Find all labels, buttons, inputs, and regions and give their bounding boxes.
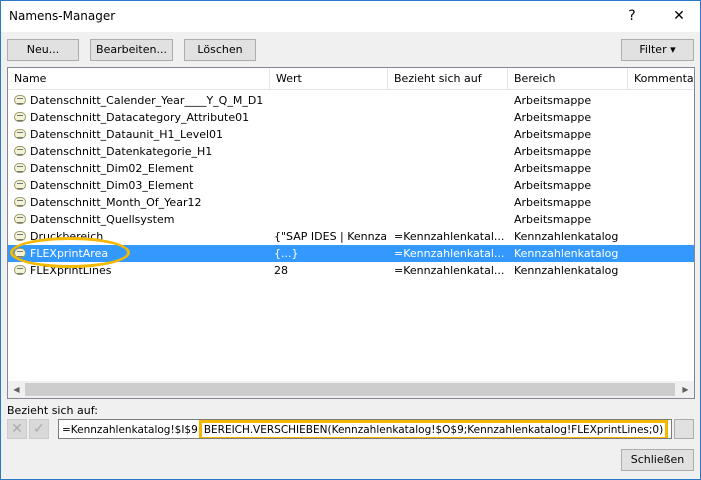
cell-scope: Arbeitsmappe	[514, 213, 592, 226]
cell-refers: =Kennzahlenkatal...	[394, 247, 505, 260]
column-header-scope[interactable]: Bereich	[508, 68, 628, 90]
refers-to-label: Bezieht sich auf:	[7, 404, 98, 417]
close-button[interactable]: Schließen	[621, 449, 694, 471]
name-icon	[14, 95, 26, 105]
new-button[interactable]: Neu...	[7, 39, 79, 61]
cell-scope: Kennzahlenkatalog	[514, 247, 619, 260]
cell-name: Datenschnitt_Dim03_Element	[30, 179, 194, 192]
name-manager-dialog: Namens-Manager ? ✕ Neu... Bearbeiten... …	[0, 0, 701, 480]
cell-scope: Arbeitsmappe	[514, 196, 592, 209]
cell-name: Datenschnitt_Quellsystem	[30, 213, 175, 226]
cell-name: Datenschnitt_Month_Of_Year12	[30, 196, 202, 209]
title-bar: Namens-Manager ? ✕	[1, 1, 700, 32]
table-row[interactable]: Datenschnitt_Quellsystem Arbeitsmappe	[8, 211, 694, 228]
table-row[interactable]: Datenschnitt_Month_Of_Year12 Arbeitsmapp…	[8, 194, 694, 211]
name-icon	[14, 180, 26, 190]
name-icon	[14, 265, 26, 275]
cell-scope: Arbeitsmappe	[514, 162, 592, 175]
cell-value: {"SAP IDES | Kennza...	[274, 230, 386, 243]
column-header-comment[interactable]: Kommentar	[628, 68, 694, 90]
delete-button[interactable]: Löschen	[184, 39, 256, 61]
list-header: Name Wert Bezieht sich auf Bereich Komme…	[8, 68, 694, 90]
table-row[interactable]: FLEXprintLines 28 =Kennzahlenkatal... Ke…	[8, 262, 694, 279]
table-row[interactable]: Datenschnitt_Calender_Year____Y_Q_M_D1 A…	[8, 92, 694, 109]
name-icon	[14, 163, 26, 173]
cell-name: Datenschnitt_Calender_Year____Y_Q_M_D1	[30, 94, 264, 107]
cancel-edit-icon[interactable]: ✕	[7, 419, 27, 439]
cell-scope: Arbeitsmappe	[514, 94, 592, 107]
cell-value: 28	[274, 264, 288, 277]
cell-name: Datenschnitt_Datacategory_Attribute01	[30, 111, 250, 124]
cell-name: Datenschnitt_Datenkategorie_H1	[30, 145, 213, 158]
cell-name: Datenschnitt_Dim02_Element	[30, 162, 194, 175]
table-row[interactable]: Datenschnitt_Datacategory_Attribute01 Ar…	[8, 109, 694, 126]
refers-to-input[interactable]: =Kennzahlenkatalog!$I$9 BEREICH.VERSCHIEB…	[58, 419, 672, 439]
name-icon	[14, 112, 26, 122]
name-icon	[14, 146, 26, 156]
cell-refers: =Kennzahlenkatal...	[394, 230, 505, 243]
close-icon[interactable]: ✕	[667, 5, 691, 27]
scrollbar-thumb[interactable]	[25, 383, 675, 396]
confirm-edit-icon[interactable]: ✓	[29, 419, 49, 439]
highlight-ellipse	[10, 237, 130, 268]
cell-scope: Kennzahlenkatalog	[514, 264, 619, 277]
name-icon	[14, 197, 26, 207]
table-row[interactable]: Datenschnitt_Dim03_Element Arbeitsmappe	[8, 177, 694, 194]
cell-scope: Arbeitsmappe	[514, 179, 592, 192]
cell-scope: Kennzahlenkatalog	[514, 230, 619, 243]
dialog-title: Namens-Manager	[9, 9, 116, 23]
scroll-left-icon[interactable]: ◀	[8, 381, 25, 398]
scroll-right-icon[interactable]: ▶	[677, 381, 694, 398]
table-row[interactable]: Datenschnitt_Dataunit_H1_Level01 Arbeits…	[8, 126, 694, 143]
names-list[interactable]: Name Wert Bezieht sich auf Bereich Komme…	[7, 67, 695, 399]
horizontal-scrollbar[interactable]: ◀ ▶	[8, 381, 694, 398]
cell-scope: Arbeitsmappe	[514, 128, 592, 141]
refers-highlighted: BEREICH.VERSCHIEBEN(Kennzahlenkatalog!$O…	[198, 420, 669, 438]
table-row[interactable]: Datenschnitt_Datenkategorie_H1 Arbeitsma…	[8, 143, 694, 160]
filter-button[interactable]: Filter ▾	[621, 39, 694, 61]
cell-refers: =Kennzahlenkatal...	[394, 264, 505, 277]
collapse-dialog-icon[interactable]	[674, 419, 694, 439]
cell-name: Datenschnitt_Dataunit_H1_Level01	[30, 128, 224, 141]
name-icon	[14, 214, 26, 224]
cell-scope: Arbeitsmappe	[514, 111, 592, 124]
cell-scope: Arbeitsmappe	[514, 145, 592, 158]
help-button[interactable]: ?	[620, 5, 644, 27]
refers-prefix: =Kennzahlenkatalog!$I$9	[62, 424, 198, 436]
cell-value: {...}	[274, 247, 299, 260]
column-header-refers[interactable]: Bezieht sich auf	[388, 68, 508, 90]
name-icon	[14, 231, 26, 241]
edit-button[interactable]: Bearbeiten...	[90, 39, 173, 61]
column-header-name[interactable]: Name	[8, 68, 270, 90]
table-row[interactable]: Datenschnitt_Dim02_Element Arbeitsmappe	[8, 160, 694, 177]
column-header-value[interactable]: Wert	[270, 68, 388, 90]
name-icon	[14, 129, 26, 139]
